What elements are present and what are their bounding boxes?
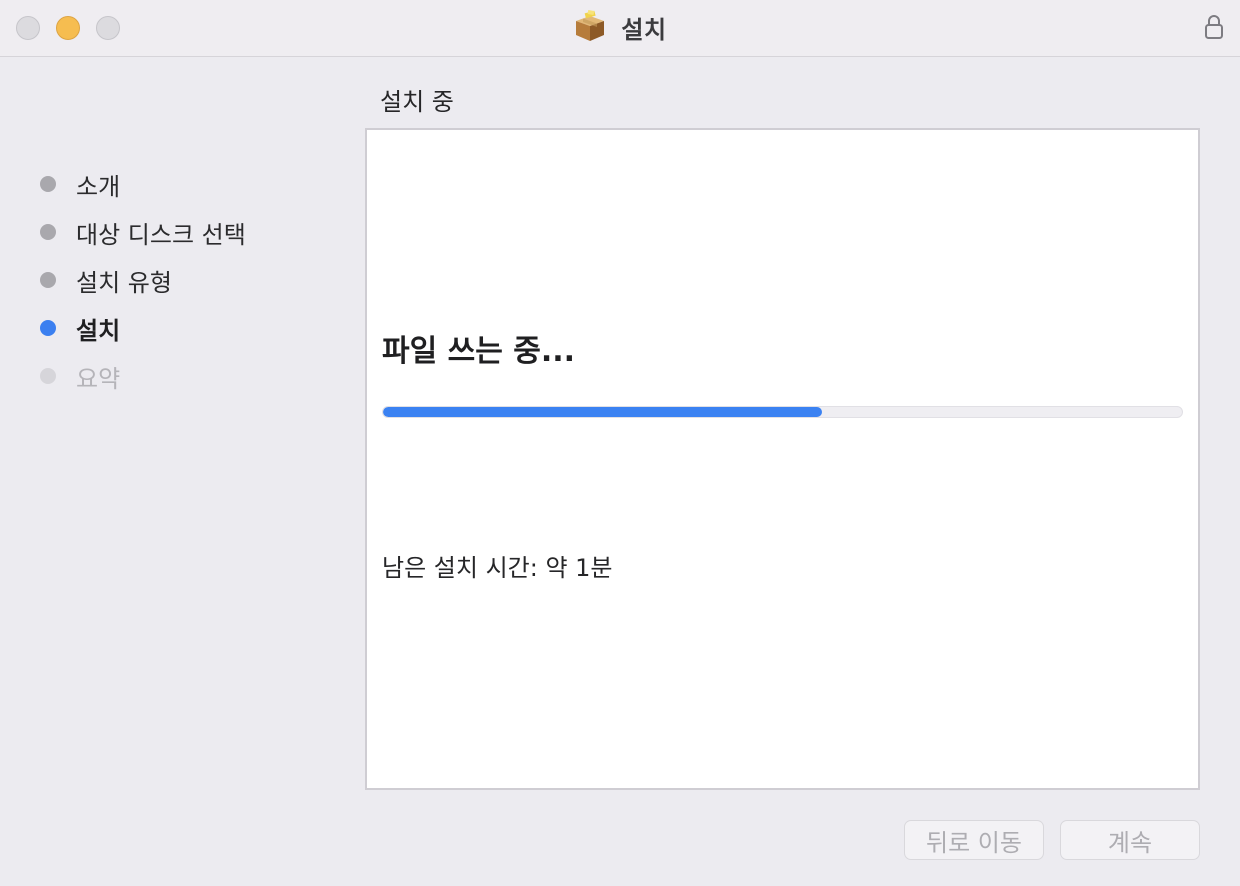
title-bar[interactable]: 설치: [0, 0, 1240, 57]
step-label: 설치: [76, 316, 121, 345]
install-progress-panel: 파일 쓰는 중... 남은 설치 시간: 약 1분: [365, 128, 1200, 790]
installer-steps-sidebar: 소개 대상 디스크 선택 설치 유형 설치 요약: [0, 160, 340, 400]
step-indicator-dot: [40, 272, 56, 288]
step-indicator-dot: [40, 176, 56, 192]
continue-button[interactable]: 계속: [1060, 820, 1200, 860]
step-indicator-dot: [40, 368, 56, 384]
step-destination-select: 대상 디스크 선택: [0, 208, 340, 256]
step-introduction: 소개: [0, 160, 340, 208]
step-installation: 설치: [0, 304, 340, 352]
step-label: 요약: [76, 364, 121, 393]
lock-icon[interactable]: [1204, 14, 1224, 40]
step-summary: 요약: [0, 352, 340, 400]
installer-window: 설치 소개 대상 디스크 선택 설치 유형 설치 요약 설치 중 파일 쓰는 중…: [0, 0, 1240, 886]
step-label: 대상 디스크 선택: [76, 220, 246, 249]
progress-bar-fill: [383, 407, 823, 417]
window-title: 설치: [621, 15, 667, 44]
step-label: 소개: [76, 172, 121, 201]
section-title: 설치 중: [380, 88, 454, 116]
step-indicator-dot: [40, 224, 56, 240]
step-label: 설치 유형: [76, 268, 172, 297]
status-heading: 파일 쓰는 중...: [382, 334, 576, 369]
step-indicator-dot: [40, 320, 56, 336]
window-title-group: 설치: [0, 10, 1240, 44]
time-remaining-text: 남은 설치 시간: 약 1분: [382, 554, 613, 582]
package-icon: [573, 10, 607, 44]
go-back-button[interactable]: 뒤로 이동: [904, 820, 1044, 860]
progress-bar: [382, 406, 1183, 418]
step-installation-type: 설치 유형: [0, 256, 340, 304]
